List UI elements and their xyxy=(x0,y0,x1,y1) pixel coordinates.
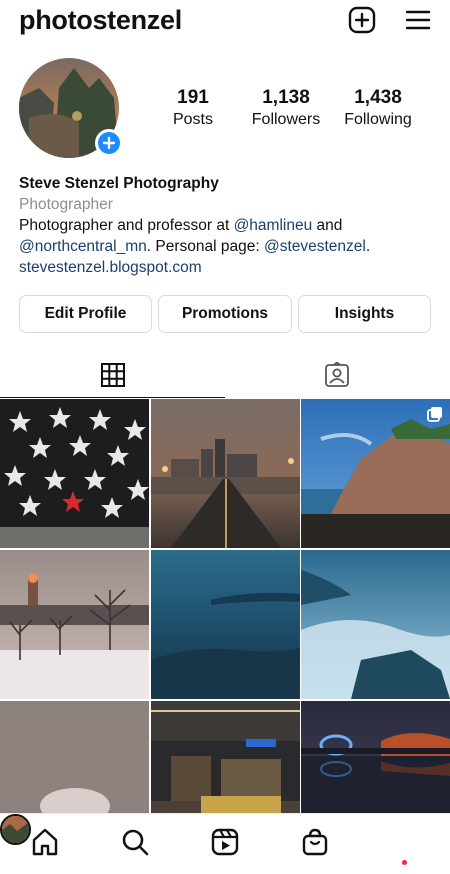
hamburger-menu-icon[interactable] xyxy=(404,6,432,34)
promotions-button[interactable]: Promotions xyxy=(158,295,292,333)
bio-text: . xyxy=(365,238,371,255)
insights-button[interactable]: Insights xyxy=(298,295,431,333)
avatar-thumbnail xyxy=(2,816,29,843)
post-misty-rocks-waves[interactable] xyxy=(301,550,450,699)
bio-text: . Personal page: xyxy=(146,238,264,255)
edit-profile-button[interactable]: Edit Profile xyxy=(19,295,152,333)
profile-tabs xyxy=(0,356,450,398)
post-rocky-lake-shore[interactable] xyxy=(301,399,450,548)
stat-posts[interactable]: 191 Posts xyxy=(163,87,223,131)
stat-following[interactable]: 1,438 Following xyxy=(336,87,420,131)
mention-link[interactable]: @northcentral_mn xyxy=(19,238,147,255)
followers-label: Followers xyxy=(251,111,321,128)
website-link[interactable]: stevestenzel.blogspot.com xyxy=(19,257,439,278)
post-snowy-park-night[interactable] xyxy=(0,550,149,699)
search-icon[interactable] xyxy=(120,827,150,857)
shop-icon[interactable] xyxy=(300,827,330,857)
stat-followers[interactable]: 1,138 Followers xyxy=(244,87,328,131)
following-label: Following xyxy=(344,111,412,128)
mention-link[interactable]: @stevestenzel xyxy=(264,238,366,255)
plus-icon xyxy=(102,136,116,150)
tab-posts-grid[interactable] xyxy=(0,356,225,398)
grid-icon xyxy=(101,363,125,387)
bio-line-2: @northcentral_mn. Personal page: @steves… xyxy=(19,236,439,257)
profile-avatar[interactable] xyxy=(19,58,123,158)
posts-label: Posts xyxy=(172,111,213,128)
profile-avatar-tab[interactable] xyxy=(0,814,31,845)
mention-link[interactable]: @hamlineu xyxy=(234,217,313,234)
following-count: 1,438 xyxy=(354,87,402,108)
display-name: Steve Stenzel Photography xyxy=(19,175,219,192)
notification-dot xyxy=(402,860,407,865)
reels-icon[interactable] xyxy=(210,827,240,857)
bio-text: Photographer and professor at xyxy=(19,217,234,234)
add-story-button[interactable] xyxy=(95,129,123,157)
tagged-icon xyxy=(325,362,349,387)
post-night-bridge-road[interactable] xyxy=(151,399,300,548)
profile-bio: Steve Stenzel Photography Photographer P… xyxy=(19,173,439,278)
tab-tagged[interactable] xyxy=(225,356,450,398)
top-bar: photostenzel xyxy=(0,0,450,44)
home-icon[interactable] xyxy=(30,827,60,857)
carousel-icon xyxy=(427,407,442,422)
plus-square-icon[interactable] xyxy=(348,6,376,34)
post-blue-lake-long-exposure[interactable] xyxy=(151,550,300,699)
post-stars-wall[interactable] xyxy=(0,399,149,548)
bio-text: and xyxy=(312,217,343,234)
bottom-nav xyxy=(0,813,450,874)
profile-category: Photographer xyxy=(19,196,113,213)
posts-count: 191 xyxy=(177,87,209,108)
followers-count: 1,138 xyxy=(262,87,310,108)
username-title[interactable]: photostenzel xyxy=(19,5,182,36)
bio-line-1: Photographer and professor at @hamlineu … xyxy=(19,215,439,236)
